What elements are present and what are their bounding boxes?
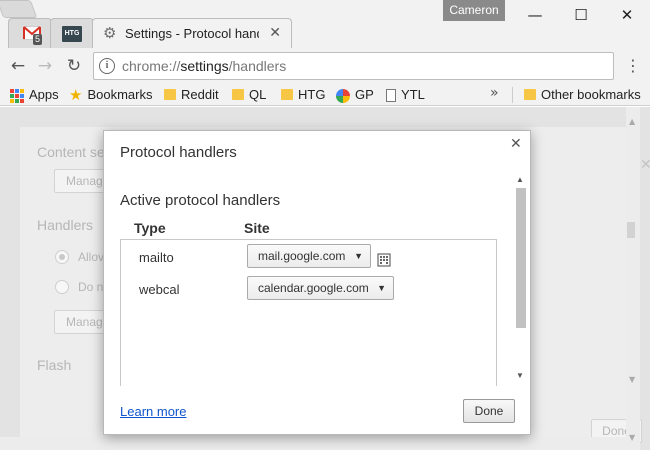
htg-icon: HTG	[62, 26, 82, 42]
url-path: /handlers	[228, 58, 287, 74]
scroll-thumb[interactable]	[627, 222, 635, 238]
do-not-allow-radio	[55, 280, 69, 294]
handlers-heading: Handlers	[37, 217, 94, 233]
bookmark-label: Bookmarks	[87, 87, 153, 102]
bookmark-ql[interactable]: QL	[232, 86, 266, 104]
bookmark-label: Apps	[29, 87, 59, 102]
handlers-list: mailto mail.google.com ▼ webcal calendar…	[120, 239, 497, 386]
bookmark-other[interactable]: Other bookmarks	[524, 86, 641, 104]
bookmark-htg[interactable]: HTG	[281, 86, 325, 104]
tab-settings[interactable]: ⚙ Settings - Protocol handlers ✕	[92, 18, 292, 48]
protocol-handlers-dialog: Protocol handlers ✕ Active protocol hand…	[103, 130, 531, 435]
gear-icon: ⚙	[103, 24, 117, 42]
dropdown-arrow-icon: ▼	[377, 283, 386, 293]
allow-radio	[55, 250, 69, 264]
dropdown-arrow-icon: ▼	[354, 251, 363, 261]
bookmark-bookmarks[interactable]: ★ Bookmarks	[69, 86, 152, 104]
window-close-button[interactable]: ✕	[604, 0, 650, 30]
url-text[interactable]: chrome://settings/handlers	[122, 58, 286, 74]
dialog-scrollbar[interactable]: ▲ ▼	[514, 173, 528, 383]
page-icon	[386, 89, 396, 103]
minimize-button[interactable]: —	[512, 0, 558, 30]
tab-htg[interactable]: HTG	[50, 18, 94, 48]
close-icon[interactable]: ✕	[269, 25, 281, 41]
allow-label: Allov	[78, 250, 105, 264]
star-icon: ★	[69, 86, 83, 104]
bookmarks-bar: Apps ★ Bookmarks Reddit QL HTG GP YTL » O…	[0, 84, 650, 106]
done-button[interactable]: Done	[463, 399, 515, 423]
new-tab-button[interactable]	[0, 0, 38, 18]
learn-more-link[interactable]: Learn more	[120, 404, 186, 419]
info-icon[interactable]: i	[99, 58, 115, 74]
handler-type: mailto	[139, 250, 174, 265]
back-button[interactable]: ←	[6, 55, 30, 77]
address-bar[interactable]: i chrome://settings/handlers	[93, 52, 614, 80]
toolbar: ← → ↻ i chrome://settings/handlers ⋮	[0, 48, 650, 84]
site-value: calendar.google.com	[258, 281, 369, 295]
scroll-up-icon[interactable]: ▲	[629, 117, 635, 126]
bookmark-apps[interactable]: Apps	[10, 86, 59, 104]
bookmark-separator	[512, 87, 513, 103]
apps-icon	[10, 88, 24, 103]
bookmark-label: Other bookmarks	[541, 87, 641, 102]
tab-gmail[interactable]: 5	[8, 18, 52, 48]
folder-icon	[281, 89, 293, 101]
title-bar: 5 HTG ⚙ Settings - Protocol handlers ✕ C…	[0, 0, 650, 48]
building-icon[interactable]	[376, 251, 392, 267]
column-header-site: Site	[244, 220, 270, 236]
scroll-thumb[interactable]	[516, 188, 526, 328]
handler-type: webcal	[139, 282, 180, 297]
bookmark-ytl[interactable]: YTL	[386, 86, 425, 104]
url-scheme: chrome://	[122, 58, 181, 74]
column-header-type: Type	[134, 220, 166, 236]
page-scrollbar[interactable]: ▲ ▼ ▼	[626, 107, 640, 450]
scroll-down-icon[interactable]: ▼	[516, 371, 524, 380]
url-host: settings	[180, 58, 229, 74]
dialog-title: Protocol handlers	[120, 144, 237, 161]
site-value: mail.google.com	[258, 249, 346, 263]
photos-icon	[336, 88, 350, 103]
section-heading: Active protocol handlers	[120, 192, 281, 209]
bookmarks-overflow-button[interactable]: »	[490, 85, 499, 101]
menu-icon[interactable]: ⋮	[624, 55, 642, 77]
bookmark-label: YTL	[401, 87, 425, 102]
scroll-down-icon[interactable]: ▼	[629, 375, 635, 384]
folder-icon	[164, 89, 176, 101]
page-scroll-down-icon[interactable]: ▼	[629, 433, 635, 442]
dialog-close-icon[interactable]: ✕	[510, 135, 522, 152]
horizontal-scrollbar[interactable]	[0, 437, 626, 450]
profile-button[interactable]: Cameron	[443, 0, 505, 21]
bookmark-gp[interactable]: GP	[336, 86, 374, 104]
content-settings-heading: Content se	[37, 144, 105, 160]
scroll-up-icon[interactable]: ▲	[516, 175, 524, 184]
maximize-button[interactable]: ☐	[558, 0, 604, 30]
unread-badge: 5	[33, 34, 43, 45]
bookmark-label: GP	[355, 87, 374, 102]
do-not-allow-label: Do n	[78, 280, 104, 294]
flash-heading: Flash	[37, 357, 72, 373]
site-select[interactable]: mail.google.com ▼	[247, 244, 371, 268]
site-select[interactable]: calendar.google.com ▼	[247, 276, 394, 300]
bookmark-label: Reddit	[181, 87, 219, 102]
bookmark-label: QL	[249, 87, 267, 102]
folder-icon	[524, 89, 536, 101]
bookmark-label: HTG	[298, 87, 326, 102]
settings-close-icon: ✕	[640, 157, 650, 173]
forward-button[interactable]: →	[33, 55, 57, 77]
folder-icon	[232, 89, 244, 101]
tab-title: Settings - Protocol handlers	[125, 26, 259, 41]
reload-button[interactable]: ↻	[62, 55, 86, 77]
bookmark-reddit[interactable]: Reddit	[164, 86, 219, 104]
